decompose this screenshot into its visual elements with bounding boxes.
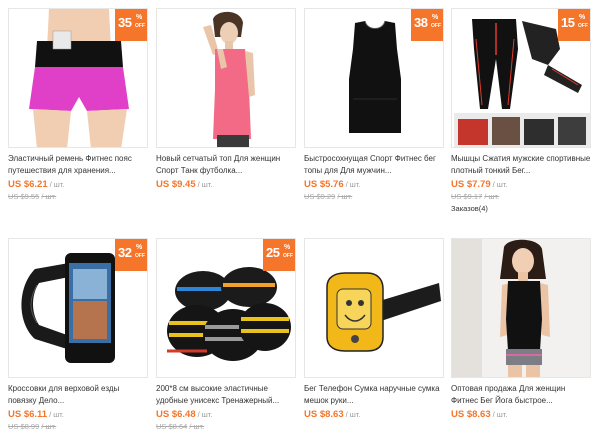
- product-image[interactable]: 35 % OFF: [8, 8, 148, 148]
- product-price: US $6.11/ шт.: [8, 409, 64, 420]
- product-title[interactable]: Бег Телефон Сумка наручные сумка мешок р…: [304, 383, 444, 407]
- discount-badge: 32 % OFF: [115, 239, 147, 271]
- product-card[interactable]: 15 % OFF Мышцы Сжатия мужские спортивные…: [451, 8, 591, 213]
- product-old-price: US $9.17 / шт.: [451, 192, 500, 201]
- discount-badge: 35 % OFF: [115, 9, 147, 41]
- discount-badge: 25 % OFF: [263, 239, 295, 271]
- product-title[interactable]: Быстросохнущая Спорт Фитнес бег топы для…: [304, 153, 444, 177]
- product-price: US $6.21/ шт.: [8, 179, 65, 190]
- product-title[interactable]: 200*8 см высокие эластичные удобные унис…: [156, 383, 296, 407]
- product-price: US $8.63/ шт.: [451, 409, 508, 420]
- product-card[interactable]: 25 % OFF 200*8 см высокие эластичные удо…: [156, 238, 296, 431]
- product-old-price: US $8.64 / шт.: [156, 422, 205, 431]
- product-card[interactable]: Оптовая продажа Для женщин Фитнес Бег Йо…: [451, 238, 591, 420]
- discount-badge: 38 % OFF: [411, 9, 443, 41]
- product-old-price: US $9.55 / шт.: [8, 192, 57, 201]
- product-image[interactable]: [156, 8, 296, 148]
- product-price: US $5.76/ шт.: [304, 179, 361, 190]
- orders-count[interactable]: Заказов(4): [451, 204, 591, 213]
- product-card[interactable]: 32 % OFF Кроссовки для верховой езды пов…: [8, 238, 148, 431]
- discount-badge: 15 % OFF: [558, 9, 590, 41]
- product-old-price: US $9.29 / шт.: [304, 192, 353, 201]
- product-title[interactable]: Кроссовки для верховой езды повязку Дело…: [8, 383, 148, 407]
- product-price: US $9.45/ шт.: [156, 179, 213, 190]
- product-price: US $7.79/ шт.: [451, 179, 508, 190]
- product-image[interactable]: [304, 238, 444, 378]
- product-card[interactable]: 35 % OFF Эластичный ремень Фитнес пояс п…: [8, 8, 148, 201]
- product-price: US $6.48/ шт.: [156, 409, 213, 420]
- product-card[interactable]: Бег Телефон Сумка наручные сумка мешок р…: [304, 238, 444, 420]
- product-image[interactable]: 38 % OFF: [304, 8, 444, 148]
- product-title[interactable]: Эластичный ремень Фитнес пояс путешестви…: [8, 153, 148, 177]
- product-card[interactable]: 38 % OFF Быстросохнущая Спорт Фитнес бег…: [304, 8, 444, 201]
- product-price: US $8.63/ шт.: [304, 409, 361, 420]
- product-image[interactable]: [451, 238, 591, 378]
- product-image[interactable]: 15 % OFF: [451, 8, 591, 148]
- product-title[interactable]: Новый сетчатый топ Для женщин Спорт Танк…: [156, 153, 296, 177]
- product-old-price: US $8.99 / шт.: [8, 422, 57, 431]
- product-title[interactable]: Мышцы Сжатия мужские спортивные плотный …: [451, 153, 591, 177]
- product-image[interactable]: 25 % OFF: [156, 238, 296, 378]
- product-card[interactable]: Новый сетчатый топ Для женщин Спорт Танк…: [156, 8, 296, 190]
- product-image[interactable]: 32 % OFF: [8, 238, 148, 378]
- product-title[interactable]: Оптовая продажа Для женщин Фитнес Бег Йо…: [451, 383, 591, 407]
